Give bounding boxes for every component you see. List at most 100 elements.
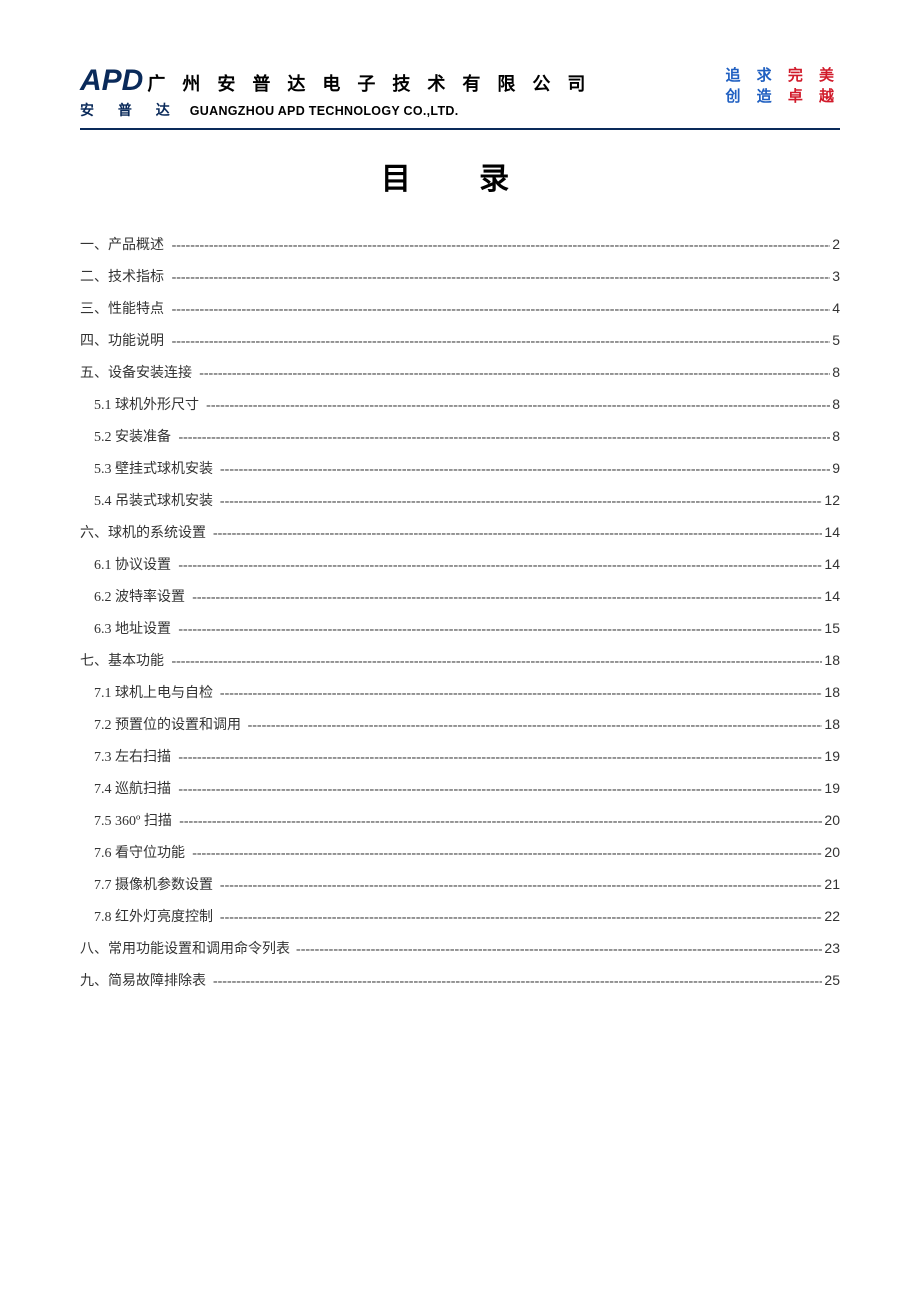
toc-leader [172,238,831,254]
toc-entry-page: 18 [822,716,840,732]
toc-entry-page: 9 [830,460,840,476]
toc-entry-page: 5 [830,332,840,348]
toc-entry-page: 21 [822,876,840,892]
toc-leader [172,302,831,318]
logo-row-2: 安 普 达 GUANGZHOU APD TECHNOLOGY CO.,LTD. [80,100,591,120]
toc-leader [220,686,823,702]
toc-leader [178,782,822,798]
toc-entry-label: 六、球机的系统设置 [80,522,206,542]
toc-leader [172,334,831,350]
toc-leader [248,718,823,734]
toc-entry-label: 7.5 360º 扫描 [80,810,172,830]
slogan-2a: 创 造 [725,88,777,105]
toc-entry-page: 20 [822,844,840,860]
toc-entry-label: 7.4 巡航扫描 [80,778,171,798]
slogan-1a: 追 求 [725,67,777,84]
toc-leader [178,430,830,446]
toc-entry-label: 5.4 吊装式球机安装 [80,490,213,510]
toc-entry-label: 5.1 球机外形尺寸 [80,394,199,414]
toc-entry-page: 12 [822,492,840,508]
toc-leader [192,846,822,862]
toc-entry: 五、设备安装连接 8 [80,362,840,382]
company-logo-block: APD 广 州 安 普 达 电 子 技 术 有 限 公 司 安 普 达 GUAN… [80,64,591,120]
company-name-cn: 广 州 安 普 达 电 子 技 术 有 限 公 司 [147,70,591,96]
toc-entry-label: 八、常用功能设置和调用命令列表 [80,938,290,958]
toc-entry: 九、简易故障排除表25 [80,970,840,990]
company-slogan: 追 求 完 美 创 造 卓 越 [725,64,840,106]
toc-entry-page: 20 [822,812,840,828]
toc-entry-label: 6.3 地址设置 [80,618,171,638]
toc-entry-page: 22 [822,908,840,924]
toc-entry: 八、常用功能设置和调用命令列表 23 [80,938,840,958]
toc-entry: 7.1 球机上电与自检18 [80,682,840,702]
toc-entry-label: 7.8 红外灯亮度控制 [80,906,213,926]
slogan-line-1: 追 求 完 美 [725,64,840,85]
toc-leader [171,654,822,670]
brand-name-cn: 安 普 达 [80,100,180,120]
document-page: APD 广 州 安 普 达 电 子 技 术 有 限 公 司 安 普 达 GUAN… [0,0,920,1302]
toc-entry: 7.7 摄像机参数设置 21 [80,874,840,894]
toc-leader [220,462,830,478]
toc-entry-label: 7.3 左右扫描 [80,746,171,766]
toc-entry-page: 2 [830,236,840,252]
toc-entry-page: 8 [830,364,840,380]
toc-entry-label: 七、基本功能 [80,650,164,670]
slogan-1b: 完 美 [788,67,840,84]
toc-leader [192,590,822,606]
toc-entry: 5.1 球机外形尺寸 8 [80,394,840,414]
toc-leader [220,494,823,510]
toc-entry: 6.2 波特率设置14 [80,586,840,606]
toc-entry: 6.1 协议设置 14 [80,554,840,574]
toc-entry: 5.4 吊装式球机安装 12 [80,490,840,510]
toc-leader [220,910,823,926]
toc-entry-label: 7.6 看守位功能 [80,842,185,862]
toc-entry: 5.3 壁挂式球机安装9 [80,458,840,478]
toc-leader [213,974,822,990]
toc-leader [179,814,822,830]
toc-entry-label: 五、设备安装连接 [80,362,192,382]
toc-entry-label: 二、技术指标 [80,266,164,286]
toc-entry: 7.8 红外灯亮度控制 22 [80,906,840,926]
toc-leader [199,366,830,382]
page-header: APD 广 州 安 普 达 电 子 技 术 有 限 公 司 安 普 达 GUAN… [80,64,840,130]
toc-entry: 三、性能特点4 [80,298,840,318]
toc-leader [178,750,822,766]
brand-mark: APD [80,64,143,98]
toc-entry: 六、球机的系统设置 14 [80,522,840,542]
toc-entry: 一、产品概述 2 [80,234,840,254]
logo-row-1: APD 广 州 安 普 达 电 子 技 术 有 限 公 司 [80,64,591,98]
toc-entry-label: 7.7 摄像机参数设置 [80,874,213,894]
slogan-2b: 卓 越 [788,88,840,105]
toc-leader [213,526,822,542]
toc-entry-page: 8 [830,396,840,412]
toc-leader [178,558,822,574]
toc-entry: 7.2 预置位的设置和调用18 [80,714,840,734]
toc-entry-page: 19 [822,748,840,764]
toc-entry: 7.3 左右扫描 19 [80,746,840,766]
toc-leader [296,942,822,958]
table-of-contents: 一、产品概述2二、技术指标3三、性能特点4四、功能说明5五、设备安装连接85.1… [80,234,840,990]
toc-title: 目 录 [80,154,840,198]
toc-entry-page: 14 [822,524,840,540]
toc-entry: 5.2 安装准备8 [80,426,840,446]
toc-entry-page: 18 [822,652,840,668]
toc-entry: 6.3 地址设置15 [80,618,840,638]
toc-leader [220,878,823,894]
toc-entry-label: 四、功能说明 [80,330,164,350]
toc-entry-label: 九、简易故障排除表 [80,970,206,990]
toc-entry: 四、功能说明 5 [80,330,840,350]
toc-leader [178,622,822,638]
toc-leader [172,270,831,286]
toc-entry-page: 23 [822,940,840,956]
toc-entry: 7.4 巡航扫描19 [80,778,840,798]
toc-entry-page: 4 [830,300,840,316]
toc-entry: 7.5 360º 扫描 20 [80,810,840,830]
toc-entry: 二、技术指标3 [80,266,840,286]
toc-entry-label: 6.1 协议设置 [80,554,171,574]
toc-entry-label: 一、产品概述 [80,234,164,254]
toc-entry-page: 8 [830,428,840,444]
toc-leader [206,398,830,414]
company-name-en: GUANGZHOU APD TECHNOLOGY CO.,LTD. [190,104,459,118]
toc-entry-page: 14 [822,556,840,572]
toc-entry-page: 14 [822,588,840,604]
